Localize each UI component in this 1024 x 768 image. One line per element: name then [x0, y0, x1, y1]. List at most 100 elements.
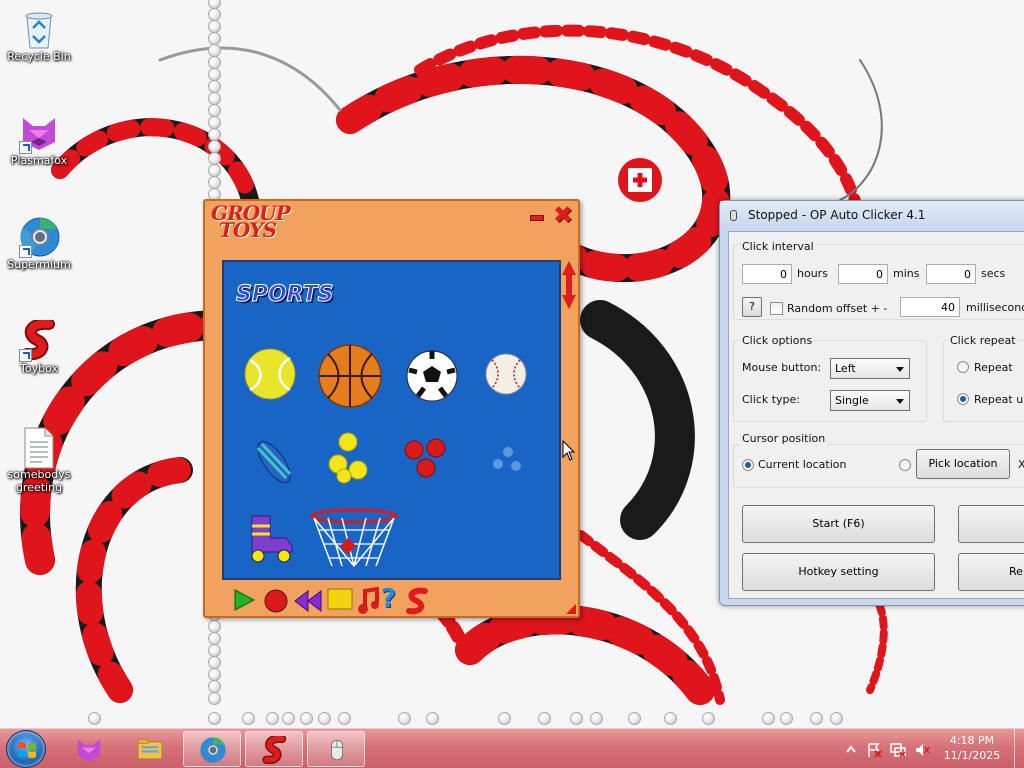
pearl-bead [282, 712, 295, 725]
desktop: Recycle Bin Plasmafox Supermium Toybox s… [0, 0, 1024, 728]
pick-location-radio[interactable] [899, 459, 911, 471]
pearl-bead [318, 712, 331, 725]
chevron-down-icon [896, 367, 904, 372]
hours-label: hours [797, 267, 828, 280]
toybox-window[interactable]: GROUP TOYS ✖ SPORTS ? [203, 199, 580, 618]
desktop-icon-plasmafox[interactable]: Plasmafox [3, 112, 75, 167]
mouse-button-value: Left [835, 362, 856, 375]
desktop-icon-toybox[interactable]: Toybox [3, 317, 75, 375]
tennis-ball-toy[interactable] [242, 346, 298, 402]
record-icon[interactable] [263, 588, 289, 614]
cursor-position-label: Cursor position [740, 432, 828, 445]
pearl-bead [338, 712, 351, 725]
desktop-icon-label: Toybox [20, 362, 58, 375]
volume-mute-icon[interactable] [914, 742, 930, 758]
mouse-button-select[interactable]: Left [830, 358, 910, 379]
toybox-brand-logo: GROUP TOYS [211, 203, 291, 240]
mins-input[interactable]: 0 [838, 264, 888, 284]
resize-grip-icon[interactable] [566, 604, 576, 614]
blue-balls-toy[interactable] [488, 442, 528, 478]
toybox-icon [19, 317, 59, 362]
random-offset-checkbox[interactable] [770, 302, 783, 315]
title-bar[interactable]: Stopped - OP Auto Clicker 4.1 [720, 201, 1024, 230]
pearl-bead [426, 712, 439, 725]
striped-beach-ball-toy[interactable] [246, 432, 302, 488]
mouse-icon [730, 210, 737, 221]
shortcut-arrow-icon [19, 245, 32, 258]
taskbar-button-supermium[interactable] [183, 731, 241, 767]
taskbar-button-auto-clicker[interactable] [307, 731, 365, 767]
taskbar-button-file-explorer[interactable] [121, 731, 179, 767]
plasmafox-icon [19, 112, 59, 154]
minimize-button[interactable] [530, 215, 544, 221]
help-button[interactable]: ? [742, 297, 762, 317]
window-title: Stopped - OP Auto Clicker 4.1 [748, 208, 926, 222]
pearl-bead [266, 712, 279, 725]
pearl-bead [830, 712, 843, 725]
hotkey-setting-button[interactable]: Hotkey setting [742, 553, 935, 591]
taskbar-button-toybox[interactable] [245, 731, 303, 767]
record-playback-button[interactable]: Re [958, 553, 1024, 591]
current-location-radio[interactable] [742, 459, 754, 471]
desktop-icon-recycle-bin[interactable]: Recycle Bin [3, 8, 75, 63]
network-icon[interactable] [890, 742, 906, 758]
toybox-logo-icon[interactable] [405, 587, 429, 615]
close-button[interactable]: ✖ [552, 203, 574, 227]
play-icon[interactable] [231, 587, 257, 613]
help-icon[interactable]: ? [381, 584, 396, 614]
taskbar-button-plasmafox[interactable] [60, 731, 118, 767]
pearl-bead [242, 712, 255, 725]
click-type-label: Click type: [742, 393, 800, 406]
rewind-icon[interactable] [293, 588, 323, 614]
scroll-bar [566, 273, 572, 297]
start-button-orb[interactable] [6, 730, 46, 768]
toy-scroll-control[interactable] [562, 261, 576, 311]
click-repeat-group [943, 340, 1024, 422]
stop-icon[interactable] [327, 588, 353, 612]
baseball-toy[interactable] [482, 350, 530, 398]
scroll-down-icon[interactable] [562, 295, 576, 309]
current-location-label: Current location [758, 458, 847, 471]
mouse-cursor-icon [562, 440, 576, 461]
pearl-bead [498, 712, 511, 725]
red-balls-toy[interactable] [402, 434, 452, 480]
basketball-toy[interactable] [316, 342, 384, 410]
recycle-bin-icon [19, 8, 59, 49]
pick-location-button[interactable]: Pick location [916, 449, 1010, 479]
supermium-icon [200, 737, 226, 763]
action-center-icon[interactable] [866, 742, 882, 758]
desktop-icon-label: Supermium [7, 258, 71, 271]
desktop-icon-supermium[interactable]: Supermium [3, 216, 75, 271]
show-hidden-icons-icon[interactable] [846, 745, 856, 753]
random-offset-input[interactable]: 40 [900, 297, 960, 317]
secs-input[interactable]: 0 [926, 264, 976, 284]
repeat-until-label: Repeat unt [974, 393, 1024, 406]
system-tray: 4:18 PM 11/1/2025 [842, 729, 1024, 768]
shortcut-arrow-icon [19, 349, 32, 362]
supermium-icon [19, 216, 60, 258]
milliseconds-label: milliseconds [966, 301, 1024, 314]
yellow-balls-toy[interactable] [324, 430, 374, 484]
music-icon[interactable] [357, 587, 381, 615]
repeat-radio[interactable] [957, 361, 969, 373]
mouse-icon [331, 739, 343, 761]
pearl-bead [702, 712, 715, 725]
soccer-ball-toy[interactable] [404, 348, 460, 404]
toy-stage: SPORTS [222, 260, 561, 580]
click-type-value: Single [835, 394, 869, 407]
basketball-hoop-toy[interactable] [308, 508, 400, 572]
start-button[interactable]: Start (F6) [742, 505, 935, 543]
op-auto-clicker-window[interactable]: Stopped - OP Auto Clicker 4.1 Click inte… [719, 200, 1024, 606]
clock[interactable]: 4:18 PM 11/1/2025 [936, 733, 1008, 763]
stop-button[interactable] [958, 505, 1024, 543]
desktop-icon-somebodys-greeting[interactable]: somebodys greeting [3, 426, 75, 494]
secs-label: secs [981, 267, 1006, 280]
click-type-select[interactable]: Single [830, 390, 910, 411]
pearl-bead [208, 692, 221, 705]
roller-skate-toy[interactable] [244, 510, 298, 564]
hours-input[interactable]: 0 [742, 264, 792, 284]
windows-logo-icon [18, 742, 36, 758]
show-desktop-button[interactable] [1014, 729, 1024, 768]
click-repeat-label: Click repeat [948, 334, 1018, 347]
repeat-until-stopped-radio[interactable] [957, 393, 969, 405]
